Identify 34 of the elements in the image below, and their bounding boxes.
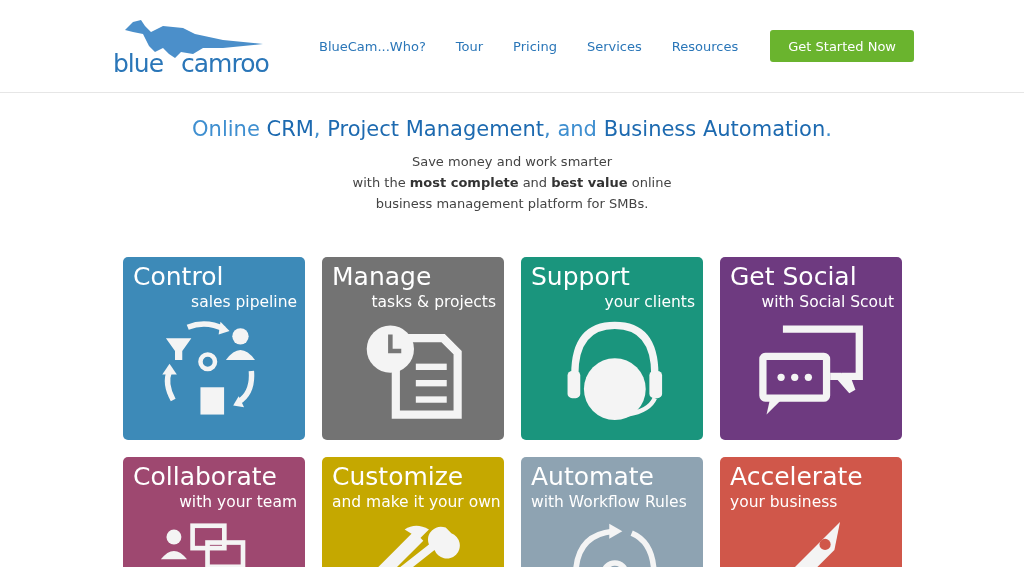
tile-subtitle: sales pipeline	[190, 292, 297, 312]
feature-tile[interactable]: Control sales pipeline	[123, 257, 305, 440]
feature-tile[interactable]: Collaborate with your team	[123, 457, 305, 567]
tile-title: Manage	[332, 262, 433, 292]
tile-title: Accelerate	[730, 462, 864, 492]
get-started-button[interactable]: Get Started Now	[770, 30, 914, 62]
tile-title: Customize	[332, 462, 465, 492]
nav-link[interactable]: Tour	[455, 38, 484, 54]
tile-title: Support	[531, 262, 631, 292]
tile-title: Control	[133, 262, 225, 292]
nav-link[interactable]: BlueCam...Who?	[319, 38, 426, 54]
hero-subtitle: business management platform for SMBs.	[374, 195, 650, 213]
feature-tile[interactable]: Support your clients	[521, 257, 703, 440]
feature-tile[interactable]: Get Social with Social Scout	[720, 257, 902, 440]
tile-title: Get Social	[730, 262, 858, 292]
hero-subtitle: with the most complete and best value online	[351, 174, 673, 192]
feature-tile[interactable]: Automate with Workflow Rules	[521, 457, 703, 567]
tile-subtitle: your business	[730, 492, 839, 512]
tile-subtitle: with Workflow Rules	[531, 492, 688, 512]
nav-link[interactable]: Pricing	[513, 38, 557, 54]
tile-subtitle: with your team	[178, 492, 297, 512]
feature-tile[interactable]: Accelerate your business	[720, 457, 902, 567]
tile-subtitle: tasks & projects	[370, 292, 496, 312]
hero-title: Online CRM, Project Management, and Business Automation.	[191, 117, 833, 141]
hero-subtitle: Save money and work smarter	[410, 153, 614, 171]
tile-subtitle: your clients	[603, 292, 695, 312]
feature-tile[interactable]: Manage tasks & projects	[322, 257, 504, 440]
tile-subtitle: with Social Scout	[760, 292, 894, 312]
nav-link[interactable]: Resources	[671, 38, 739, 54]
tile-title: Collaborate	[133, 462, 278, 492]
logo-text: blue	[113, 49, 164, 78]
tile-title: Automate	[531, 462, 655, 492]
logo-text: camroo	[181, 49, 269, 78]
nav-link[interactable]: Services	[586, 38, 642, 54]
